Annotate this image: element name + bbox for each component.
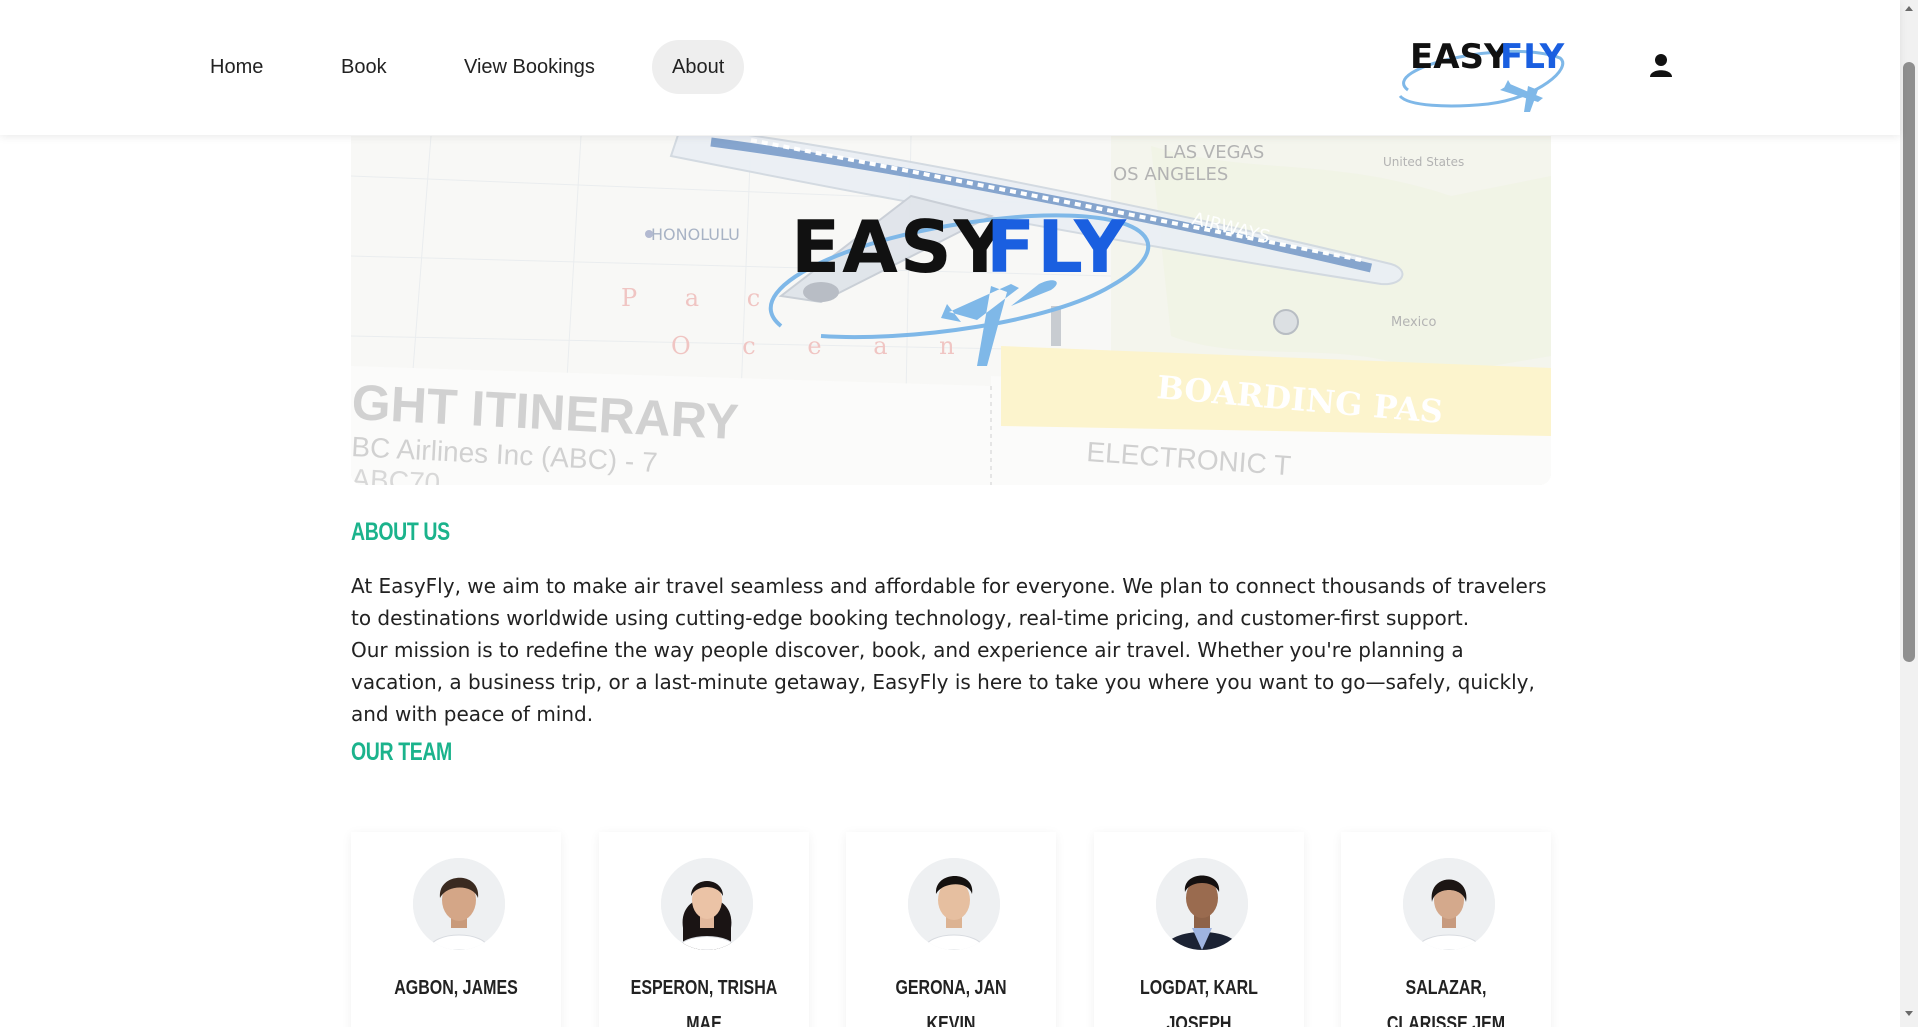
svg-text:FLY: FLY	[1500, 37, 1565, 77]
brand-logo[interactable]: EASY FLY	[1388, 28, 1568, 114]
avatar	[908, 858, 1000, 950]
member-name: AGBON, JAMES	[394, 977, 518, 999]
avatar	[661, 858, 753, 950]
about-text: At EasyFly, we aim to make air travel se…	[351, 570, 1551, 730]
nav-view-bookings[interactable]: View Bookings	[444, 40, 615, 94]
hero-logo-fly: FLY	[986, 205, 1128, 289]
member-name: SALAZAR, CLARISSE JEM	[1386, 977, 1506, 1027]
about-paragraph-1: At EasyFly, we aim to make air travel se…	[351, 574, 1547, 630]
hero-logo-easy: EASY	[791, 205, 1008, 289]
svg-text:EASY: EASY	[1410, 37, 1509, 77]
team-card: GERONA, JAN KEVIN	[846, 832, 1056, 1027]
avatar	[1156, 858, 1248, 950]
team-title: OUR TEAM	[351, 738, 452, 766]
team-card: AGBON, JAMES	[351, 832, 561, 1027]
member-name: ESPERON, TRISHA MAE	[630, 977, 778, 1027]
nav-home[interactable]: Home	[190, 40, 283, 94]
nav-book[interactable]: Book	[321, 40, 407, 94]
scroll-up-icon[interactable]	[1904, 4, 1914, 12]
user-icon[interactable]	[1648, 52, 1674, 78]
nav-about[interactable]: About	[652, 40, 745, 94]
scrollbar[interactable]	[1900, 0, 1918, 1027]
avatar	[1403, 858, 1495, 950]
hero-banner: HONOLULU LAS VEGAS OS ANGELES United Sta…	[351, 136, 1551, 485]
avatar	[413, 858, 505, 950]
about-title: ABOUT US	[351, 518, 450, 546]
hero-image: HONOLULU LAS VEGAS OS ANGELES United Sta…	[351, 136, 1551, 485]
member-name: GERONA, JAN KEVIN	[895, 977, 1007, 1027]
navbar: Home Book View Bookings About EASY FLY	[0, 0, 1900, 135]
scrollbar-thumb[interactable]	[1903, 62, 1915, 662]
team-card: ESPERON, TRISHA MAE	[599, 832, 809, 1027]
member-name: LOGDAT, KARL JOSEPH	[1140, 977, 1258, 1027]
team-card: LOGDAT, KARL JOSEPH	[1094, 832, 1304, 1027]
scroll-down-icon[interactable]	[1904, 1010, 1914, 1018]
team-card: SALAZAR, CLARISSE JEM	[1341, 832, 1551, 1027]
about-paragraph-2: Our mission is to redefine the way peopl…	[351, 638, 1535, 726]
